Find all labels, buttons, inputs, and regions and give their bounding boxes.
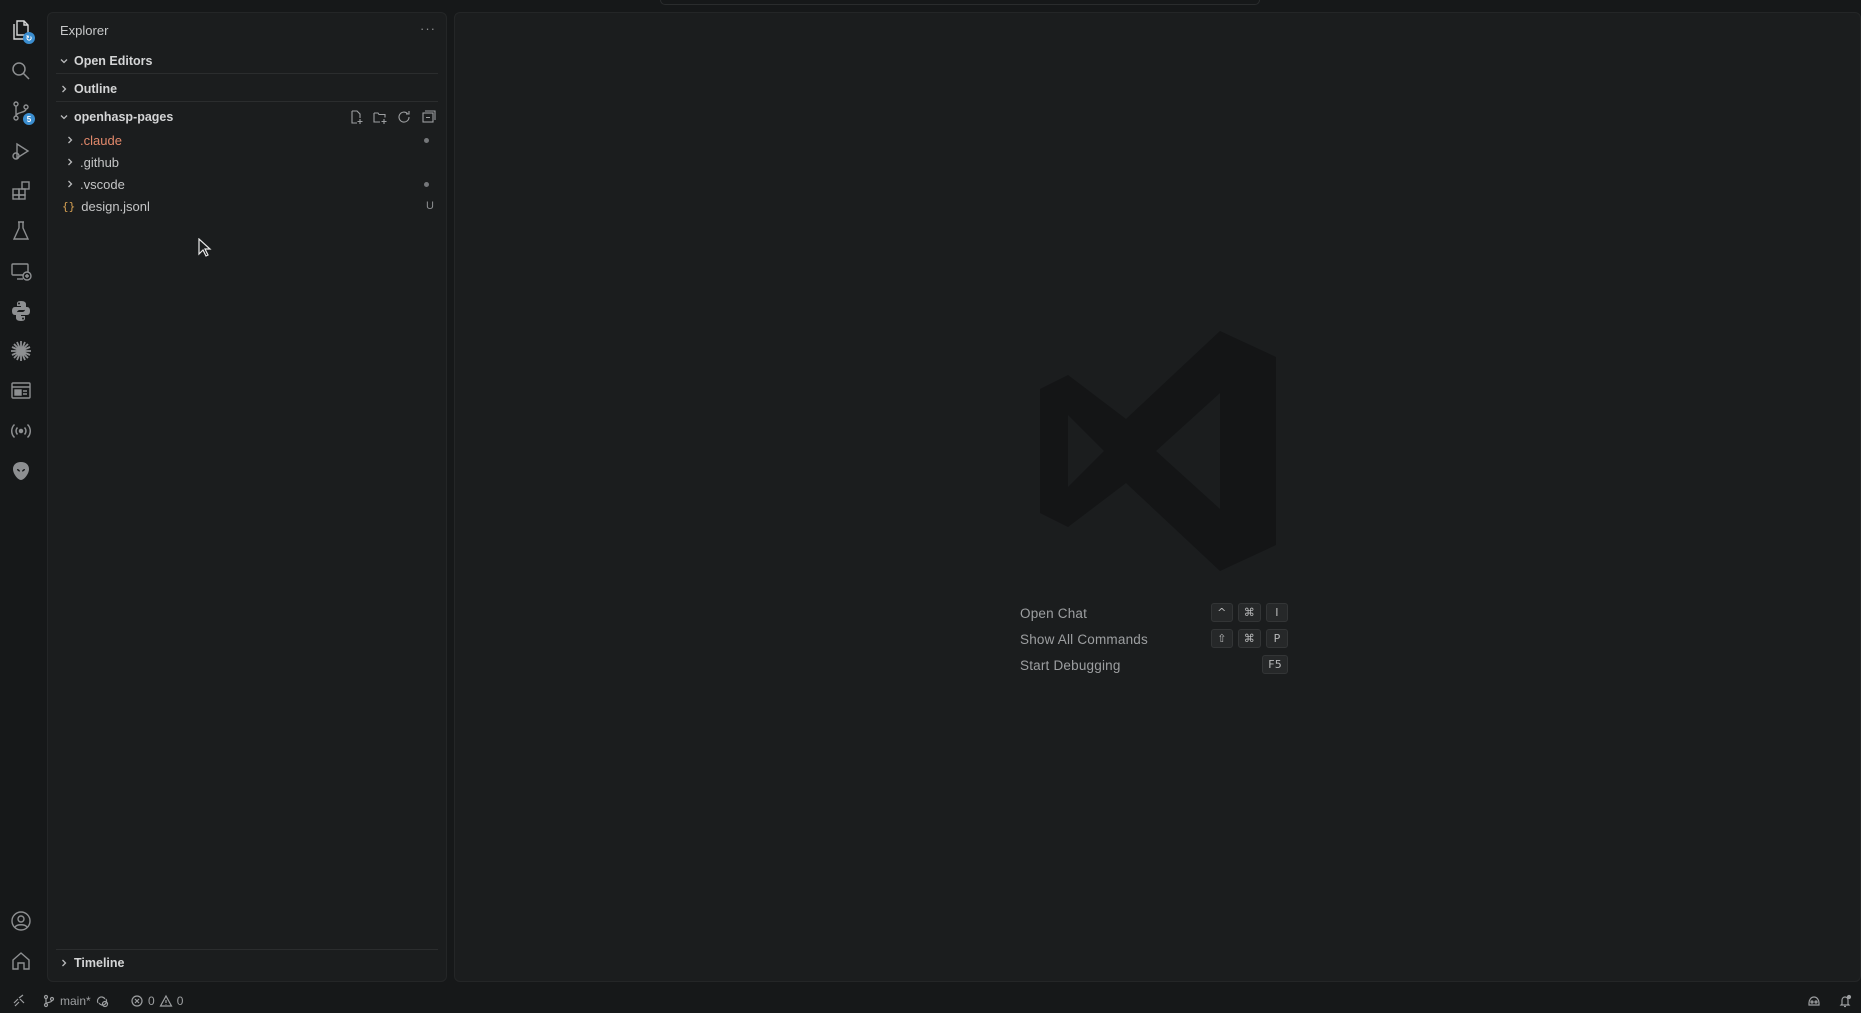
branch-indicator[interactable]: main* [42, 992, 109, 1009]
folder-name: .claude [80, 132, 122, 148]
search-icon[interactable] [4, 54, 38, 88]
more-actions-button[interactable]: ··· [420, 21, 436, 36]
activity-bar: ↻ 5 [0, 0, 46, 982]
modified-dot [424, 137, 429, 143]
python-icon[interactable] [4, 294, 38, 328]
error-count: 0 [148, 993, 155, 1008]
chevron-down-icon [56, 109, 72, 125]
error-icon [131, 994, 143, 1007]
chevron-right-icon [62, 132, 78, 148]
chevron-right-icon [56, 81, 72, 97]
tree-item-vscode[interactable]: .vscode [56, 173, 438, 195]
folder-name: .vscode [80, 176, 125, 192]
warning-icon [159, 994, 173, 1007]
alien-icon[interactable] [4, 454, 38, 488]
explorer-sidebar: Explorer ··· Open Editors Outline openha… [47, 12, 447, 982]
new-file-icon[interactable] [348, 109, 364, 125]
shortcut-label: Start Debugging [1020, 657, 1121, 673]
welcome-shortcuts: Open Chat ^ ⌘ I Show All Commands ⇧ ⌘ P … [1020, 600, 1300, 678]
new-folder-icon[interactable] [372, 109, 388, 125]
key-cmd: ⌘ [1237, 629, 1261, 648]
chevron-right-icon [62, 176, 78, 192]
broadcast-icon[interactable] [4, 414, 38, 448]
source-control-badge: 5 [23, 113, 35, 125]
branch-name: main* [60, 993, 91, 1008]
key-cmd: ⌘ [1237, 603, 1261, 622]
sidebar-title: Explorer [60, 23, 109, 38]
branch-icon [43, 994, 55, 1007]
claude-icon[interactable] [4, 334, 38, 368]
shortcut-open-chat[interactable]: Open Chat ^ ⌘ I [1020, 600, 1300, 626]
untracked-status: U [426, 200, 434, 212]
key-p: P [1266, 629, 1288, 648]
folder-name: .github [80, 154, 120, 170]
chevron-right-icon [62, 154, 78, 170]
shortcut-label: Open Chat [1020, 605, 1088, 621]
extensions-icon[interactable] [4, 174, 38, 208]
sync-badge: ↻ [23, 32, 35, 44]
shortcut-label: Show All Commands [1020, 631, 1148, 647]
chevron-down-icon [56, 53, 72, 69]
section-timeline[interactable]: Timeline [56, 949, 438, 975]
key-i: I [1266, 603, 1288, 622]
shortcut-start-debugging[interactable]: Start Debugging F5 [1020, 652, 1300, 678]
project-name: openhasp-pages [74, 110, 174, 124]
remote-explorer-icon[interactable] [4, 254, 38, 288]
shortcut-show-all-commands[interactable]: Show All Commands ⇧ ⌘ P [1020, 626, 1300, 652]
section-open-editors[interactable]: Open Editors [56, 48, 438, 74]
testing-icon[interactable] [4, 214, 38, 248]
tree-item-claude[interactable]: .claude [56, 129, 438, 151]
command-center[interactable] [660, 0, 1260, 5]
tree-item-github[interactable]: .github [56, 151, 438, 173]
key-shift: ⇧ [1210, 629, 1233, 648]
preview-icon[interactable] [4, 374, 38, 408]
copilot-icon[interactable] [1807, 992, 1821, 1009]
refresh-icon[interactable] [396, 109, 412, 125]
run-debug-icon[interactable] [4, 134, 38, 168]
chevron-right-icon [56, 955, 72, 971]
explorer-icon[interactable]: ↻ [4, 13, 38, 47]
modified-dot [424, 181, 429, 187]
problems-indicator[interactable]: 0 0 [130, 992, 183, 1009]
vscode-watermark-icon [1040, 331, 1276, 571]
section-label: Timeline [74, 955, 125, 970]
key-ctrl: ^ [1210, 603, 1233, 622]
remote-indicator-icon[interactable] [12, 992, 26, 1009]
warning-count: 0 [176, 993, 184, 1008]
tree-item-design-jsonl[interactable]: {} design.jsonl U [56, 195, 438, 217]
collapse-all-icon[interactable] [420, 109, 436, 125]
section-outline[interactable]: Outline [56, 76, 438, 102]
status-bar: main* 0 0 [0, 988, 1861, 1013]
section-project[interactable]: openhasp-pages [56, 104, 438, 130]
json-file-icon: {} [62, 199, 76, 213]
home-icon[interactable] [4, 944, 38, 978]
account-icon[interactable] [4, 904, 38, 938]
key-f5: F5 [1262, 655, 1288, 674]
file-name: design.jsonl [81, 198, 150, 214]
section-label: Open Editors [74, 53, 153, 68]
sync-icon [96, 995, 108, 1007]
source-control-icon[interactable]: 5 [4, 94, 38, 128]
mouse-cursor-icon [198, 238, 212, 257]
section-label: Outline [74, 81, 118, 96]
notifications-icon[interactable] [1838, 992, 1852, 1009]
